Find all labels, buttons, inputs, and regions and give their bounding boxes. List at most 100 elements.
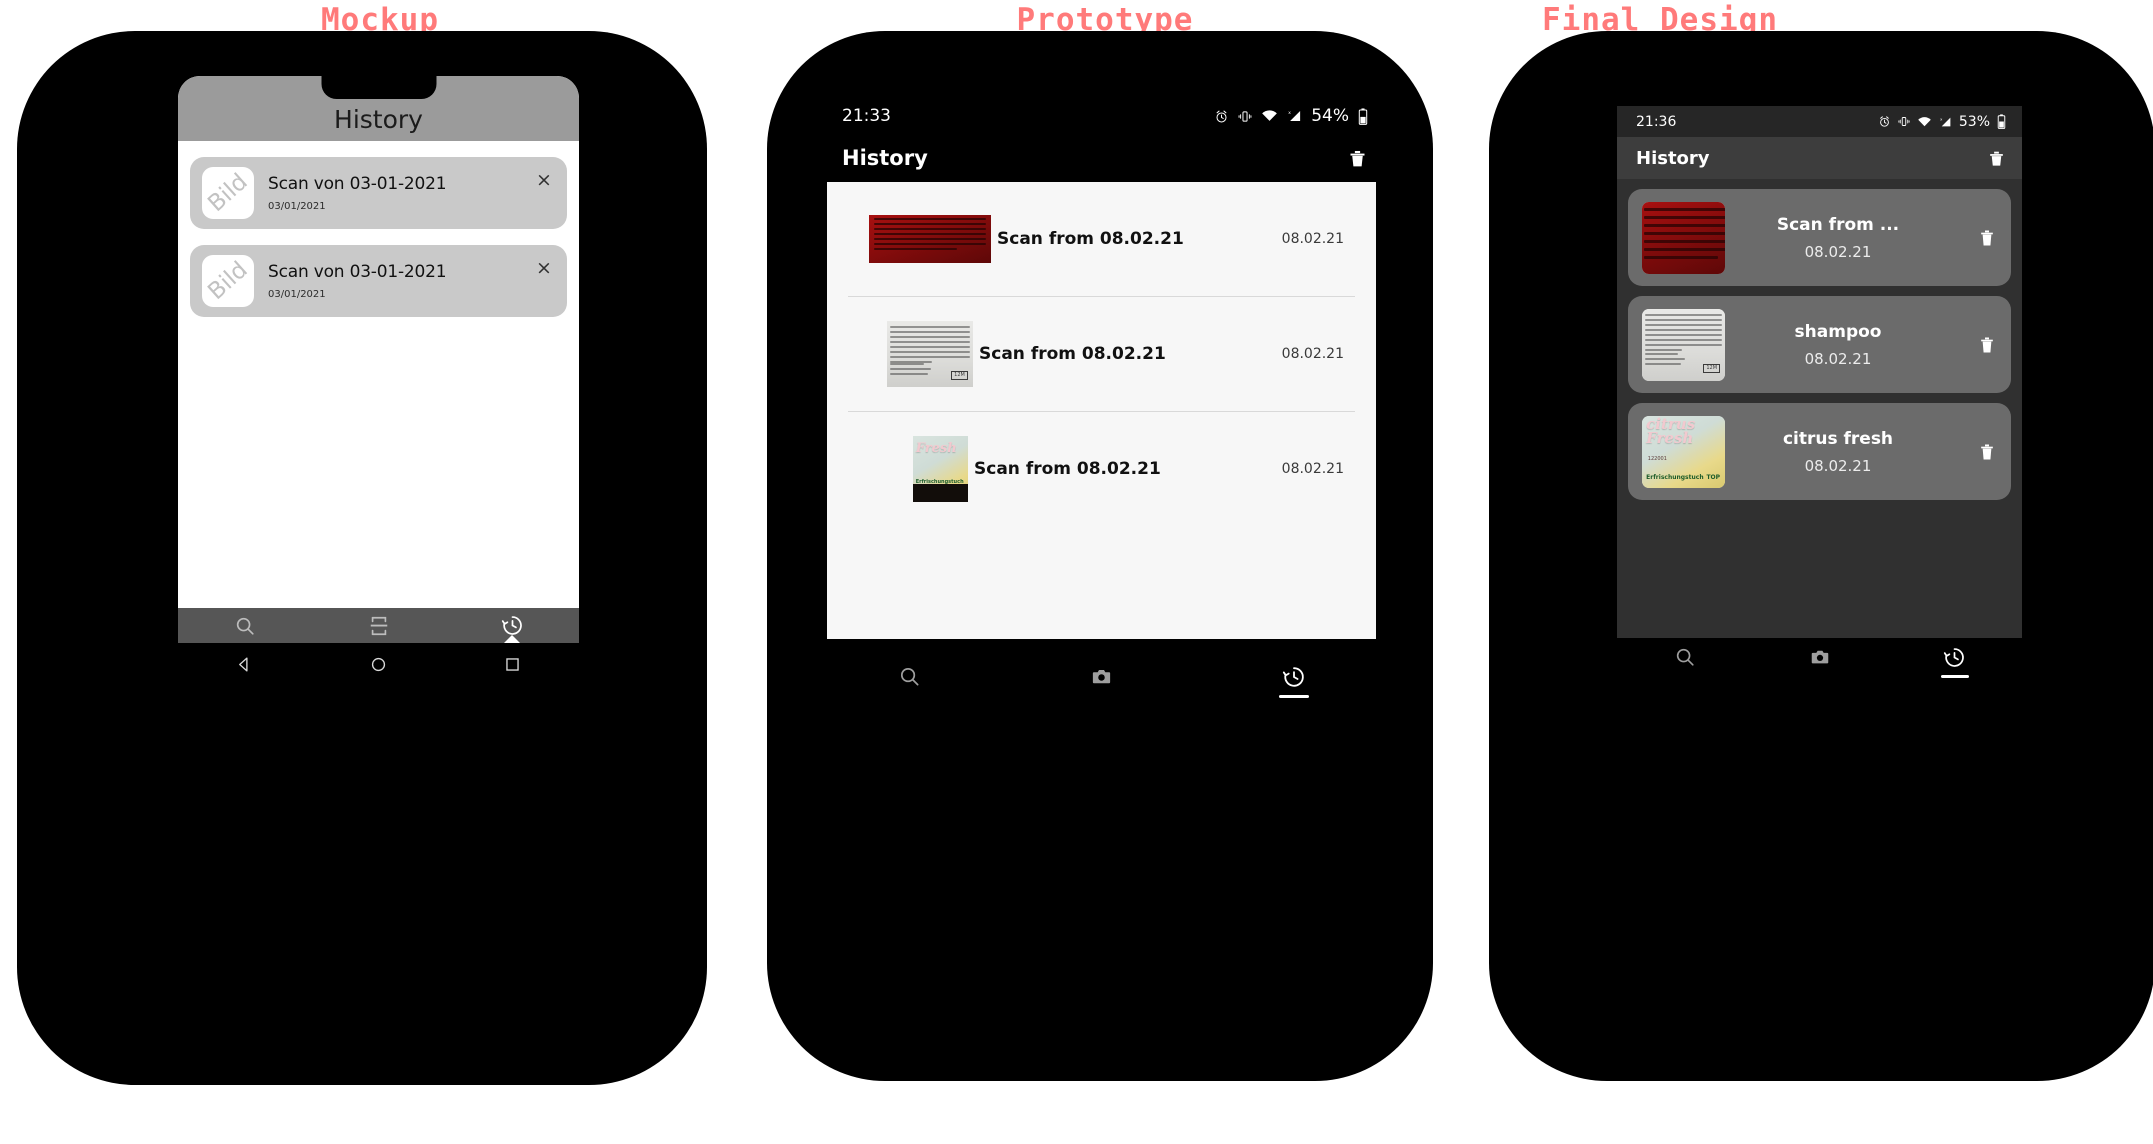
camera-icon <box>1092 669 1111 684</box>
history-icon <box>1943 648 1964 667</box>
prototype-appbar-title: History <box>842 146 928 170</box>
triangle-back-icon <box>239 656 248 672</box>
prototype-tabbar <box>813 658 1390 716</box>
final-card-text: shampoo 08.02.21 <box>1725 322 1977 368</box>
battery-icon <box>1358 107 1368 125</box>
search-icon <box>236 617 254 635</box>
mockup-thumbnail-placeholder: Bild <box>202 255 254 307</box>
mockup-notch <box>321 76 436 99</box>
history-icon <box>501 616 522 635</box>
final-card-date: 08.02.21 <box>1804 242 1872 261</box>
prototype-history-row[interactable]: Fresh Erfrischungstuch Scan from 08.02.2… <box>827 412 1376 526</box>
mockup-tab-scan[interactable] <box>312 608 446 643</box>
wifi-icon <box>1918 116 1931 126</box>
mockup-card-date: 03/01/2021 <box>268 201 326 212</box>
final-history-card[interactable]: Scan from ... 08.02.21 <box>1628 189 2011 286</box>
prototype-appbar: History <box>813 134 1390 182</box>
svg-text:x: x <box>1940 116 1943 121</box>
prototype-thumbnail: 12M <box>887 321 973 387</box>
final-status-time: 21:36 <box>1636 113 1677 130</box>
delete-all-icon[interactable] <box>1347 148 1368 169</box>
thumbnail-shampoo-label: 12M <box>1642 308 1725 381</box>
square-recents-icon <box>505 657 519 671</box>
mockup-tab-search[interactable] <box>178 608 312 643</box>
vibrate-icon <box>1238 110 1252 122</box>
alarm-icon <box>1216 110 1227 122</box>
thumbnail-text-lines <box>873 218 987 253</box>
mockup-history-list: Bild Scan von 03-01-2021 03/01/2021 × Bi… <box>178 141 579 317</box>
final-tab-camera[interactable] <box>1752 638 1887 693</box>
prototype-history-list: Scan from 08.02.21 08.02.21 12M Scan fro… <box>827 182 1376 639</box>
prototype-tab-camera[interactable] <box>1005 658 1197 716</box>
mockup-tab-active-indicator <box>503 635 522 643</box>
delete-icon[interactable] <box>1977 228 1997 248</box>
final-history-card[interactable]: citrus Fresh 122001 Erfrischungstuch TOP… <box>1628 403 2011 500</box>
thumbnail-citrus-fresh-wipe: citrus Fresh 122001 Erfrischungstuch TOP <box>1642 415 1725 488</box>
mockup-history-card[interactable]: Bild Scan von 03-01-2021 03/01/2021 × <box>190 157 567 229</box>
prototype-status-time: 21:33 <box>842 106 891 126</box>
prototype-battery-percent: 54% <box>1311 106 1349 126</box>
comparison-board: Mockup Prototype Final Design History Bi… <box>0 0 2153 1144</box>
prototype-row-title: Scan from 08.02.21 <box>974 459 1161 479</box>
search-icon <box>900 667 919 686</box>
svg-text:x: x <box>1288 111 1291 116</box>
mockup-tab-history[interactable] <box>445 608 579 643</box>
battery-icon <box>1997 114 2006 129</box>
final-card-text: citrus fresh 08.02.21 <box>1725 429 1977 475</box>
final-thumbnail: 12M <box>1642 308 1725 381</box>
delete-all-icon[interactable] <box>1987 149 2006 168</box>
thumbnail-footer-lines <box>1645 353 1690 368</box>
final-history-card[interactable]: 12M shampoo 08.02.21 <box>1628 296 2011 393</box>
thumbnail-text-lines <box>1645 314 1722 354</box>
thumbnail-citrus-word-2: Fresh <box>1646 429 1694 448</box>
thumbnail-12m-badge: 12M <box>1703 364 1721 374</box>
prototype-row-date: 08.02.21 <box>1281 231 1344 247</box>
system-nav-recents[interactable] <box>445 643 579 685</box>
thumbnail-citrus-fresh-wipe: Fresh Erfrischungstuch <box>913 436 968 502</box>
prototype-tab-search[interactable] <box>813 658 1005 716</box>
prototype-thumbnail <box>869 215 991 263</box>
mockup-card-text: Scan von 03-01-2021 03/01/2021 <box>268 174 555 212</box>
thumbnail-text-lines <box>1643 207 1725 262</box>
final-tab-history[interactable] <box>1887 638 2022 693</box>
mockup-screen: History Bild Scan von 03-01-2021 03/01/2… <box>178 76 579 643</box>
final-thumbnail: citrus Fresh 122001 Erfrischungstuch TOP <box>1642 415 1725 488</box>
thumbnail-red-ingredients-label <box>1642 201 1725 274</box>
prototype-history-row[interactable]: Scan from 08.02.21 08.02.21 <box>827 182 1376 296</box>
close-icon[interactable]: × <box>535 171 553 190</box>
final-tabbar <box>1617 638 2022 693</box>
mockup-appbar: History <box>178 76 579 141</box>
thumbnail-red-ingredients-label <box>869 215 991 263</box>
final-tab-active-indicator <box>1940 675 1969 678</box>
prototype-row-date: 08.02.21 <box>1281 346 1344 362</box>
delete-icon[interactable] <box>1977 335 1997 355</box>
vibrate-icon <box>1898 117 1910 126</box>
system-nav-home[interactable] <box>312 643 446 685</box>
scan-frame-icon <box>370 616 387 635</box>
mockup-card-title: Scan von 03-01-2021 <box>268 174 447 194</box>
mockup-card-title: Scan von 03-01-2021 <box>268 262 447 282</box>
final-status-icons: x 53% <box>1878 114 2006 130</box>
prototype-tab-history[interactable] <box>1198 658 1390 716</box>
final-tab-search[interactable] <box>1617 638 1752 693</box>
final-history-list: Scan from ... 08.02.21 12M shampoo 08.02… <box>1617 179 2022 500</box>
final-card-title: Scan from ... <box>1776 214 1900 235</box>
mockup-appbar-title: History <box>334 105 423 134</box>
thumbnail-citrus-word: Fresh <box>916 442 957 455</box>
mockup-history-card[interactable]: Bild Scan von 03-01-2021 03/01/2021 × <box>190 245 567 317</box>
thumbnail-footer-lines <box>890 362 938 378</box>
thumbnail-dark-band <box>913 483 968 502</box>
final-design-screen: 21:36 x 53% History Scan from ... 08.02.… <box>1617 106 2022 638</box>
prototype-history-row[interactable]: 12M Scan from 08.02.21 08.02.21 <box>827 297 1376 411</box>
prototype-row-title: Scan from 08.02.21 <box>997 229 1184 249</box>
close-icon[interactable]: × <box>535 259 553 278</box>
final-card-title: shampoo <box>1794 321 1882 342</box>
thumbnail-12m-badge: 12M <box>951 371 968 381</box>
thumbnail-citrus-footer: Erfrischungstuch <box>1646 474 1704 482</box>
thumbnail-citrus-code: 122001 <box>1647 455 1667 462</box>
final-card-title: citrus fresh <box>1782 428 1894 449</box>
delete-icon[interactable] <box>1977 442 1997 462</box>
system-nav-back[interactable] <box>178 643 312 685</box>
wifi-icon <box>1262 110 1278 121</box>
mockup-card-text: Scan von 03-01-2021 03/01/2021 <box>268 262 555 300</box>
